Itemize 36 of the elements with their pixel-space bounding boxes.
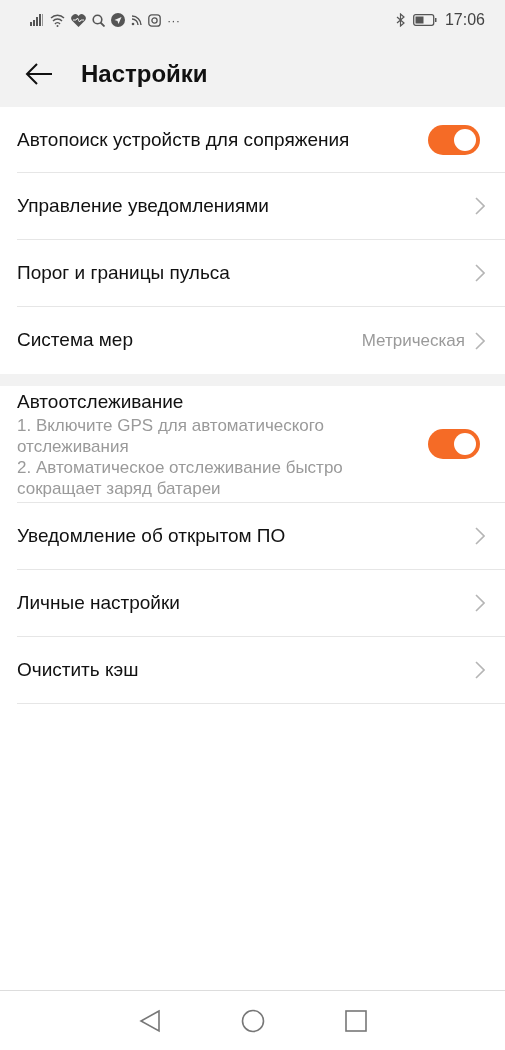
more-notifications: ··· bbox=[167, 13, 180, 27]
settings-item[interactable]: Порог и границы пульса bbox=[17, 240, 505, 307]
nav-home-button[interactable] bbox=[240, 1008, 265, 1033]
chevron-right-icon bbox=[475, 264, 485, 282]
setting-label: Автопоиск устройств для сопряжения bbox=[17, 127, 351, 152]
chevron-right-icon bbox=[475, 594, 485, 612]
back-button[interactable] bbox=[25, 61, 53, 86]
bluetooth-icon bbox=[395, 13, 405, 27]
settings-item[interactable]: Управление уведомлениями bbox=[17, 173, 505, 240]
send-icon bbox=[111, 13, 125, 27]
settings-item[interactable]: Уведомление об открытом ПО bbox=[17, 503, 505, 570]
nav-back-button[interactable] bbox=[138, 1008, 161, 1033]
page-title: Настройки bbox=[81, 58, 208, 89]
search-icon bbox=[92, 13, 105, 27]
setting-label: Автоотслеживание bbox=[17, 390, 185, 414]
back-arrow-icon bbox=[25, 61, 53, 86]
setting-value: Метрическая bbox=[361, 329, 465, 352]
status-time: 17:06 bbox=[444, 10, 485, 30]
rss-icon bbox=[131, 14, 142, 26]
toggle-switch[interactable] bbox=[428, 429, 480, 459]
camera-icon bbox=[148, 13, 161, 27]
settings-item[interactable]: Очистить кэш bbox=[17, 637, 505, 704]
nav-recents-button[interactable] bbox=[344, 1009, 367, 1032]
toggle-switch[interactable] bbox=[428, 124, 480, 155]
heart-icon bbox=[71, 13, 86, 27]
setting-description: 2. Автоматическое отслеживание быстро сокращает заряд батареи bbox=[17, 457, 344, 499]
wifi-icon bbox=[50, 13, 65, 27]
chevron-right-icon bbox=[475, 661, 485, 679]
setting-description: 1. Включите GPS для автоматического отслеживания bbox=[17, 415, 326, 457]
chevron-right-icon bbox=[475, 527, 485, 545]
battery-icon bbox=[412, 14, 437, 26]
settings-item[interactable]: Система мер Метрическая bbox=[17, 307, 505, 374]
settings-item[interactable]: Личные настройки bbox=[17, 570, 505, 637]
signal-icon bbox=[30, 14, 44, 26]
chevron-right-icon bbox=[475, 331, 485, 350]
chevron-right-icon bbox=[475, 197, 485, 215]
